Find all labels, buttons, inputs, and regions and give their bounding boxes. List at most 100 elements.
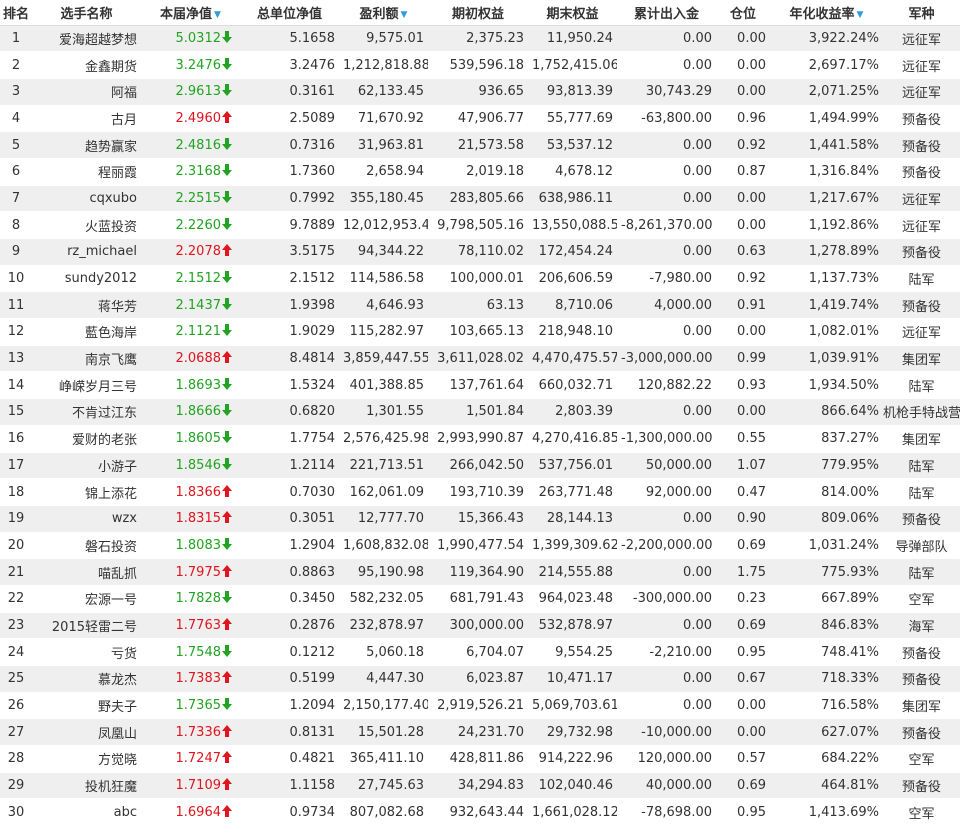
nav-cell: 1.7828 — [141, 585, 240, 613]
player-name-link[interactable]: 阿福 — [111, 86, 137, 101]
nav-cell: 2.1512 — [141, 265, 240, 293]
player-name-link[interactable]: 投机狂魔 — [85, 780, 137, 795]
position-cell: 0.00 — [716, 78, 770, 106]
position-cell: 0.95 — [716, 798, 770, 827]
player-name-link[interactable]: 古月 — [111, 113, 137, 128]
end-equity-cell: 206,606.59 — [528, 265, 617, 293]
table-row: 21 喵乱抓 1.7975 0.8863 95,190.98 119,364.90 214,… — [0, 558, 960, 586]
nav-cell: 2.3168 — [141, 158, 240, 186]
army-cell: 预备役 — [883, 665, 960, 693]
arrow-down-icon — [222, 190, 232, 203]
player-name-link[interactable]: 趋势赢家 — [85, 140, 137, 155]
start-equity-cell: 193,710.39 — [428, 478, 528, 506]
profit-cell: 94,344.22 — [339, 238, 428, 266]
unit-nav-cell: 0.4821 — [240, 745, 339, 773]
end-equity-cell: 10,471.17 — [528, 665, 617, 693]
army-cell: 远征军 — [883, 318, 960, 346]
sort-down-icon: ▼ — [214, 9, 221, 20]
army-cell: 集团军 — [883, 692, 960, 720]
player-name-link[interactable]: 锦上添花 — [85, 487, 137, 502]
profit-cell: 9,575.01 — [339, 25, 428, 53]
player-name-link[interactable]: 藍色海岸 — [85, 326, 137, 341]
nav-cell: 5.0312 — [141, 25, 240, 53]
player-name-link[interactable]: sundy2012 — [65, 271, 137, 286]
header-name: 选手名称 — [32, 0, 141, 26]
rank-cell: 10 — [0, 265, 32, 293]
unit-nav-cell: 3.5175 — [240, 238, 339, 266]
player-name-cell: 爱财的老张 — [32, 425, 141, 453]
nav-cell: 1.7548 — [141, 638, 240, 666]
unit-nav-cell: 0.8131 — [240, 718, 339, 747]
player-name-link[interactable]: 蒋华芳 — [98, 300, 137, 315]
arrow-up-icon — [222, 351, 232, 364]
player-name-cell: 藍色海岸 — [32, 318, 141, 346]
player-name-link[interactable]: 南京飞鹰 — [85, 353, 137, 368]
rank-cell: 16 — [0, 425, 32, 453]
profit-cell: 114,586.58 — [339, 265, 428, 293]
annual-return-cell: 718.33% — [770, 665, 883, 693]
player-name-link[interactable]: 磐石投资 — [85, 540, 137, 555]
player-name-link[interactable]: 慕龙杰 — [98, 673, 137, 688]
player-name-link[interactable]: 亏货 — [111, 647, 137, 662]
rank-cell: 3 — [0, 78, 32, 106]
net-flow-cell: -300,000.00 — [617, 585, 716, 613]
player-name-link[interactable]: 爱财的老张 — [72, 433, 137, 448]
player-name-link[interactable]: abc — [114, 805, 137, 820]
position-cell: 0.69 — [716, 612, 770, 640]
header-nav-sort[interactable]: 本届净值 ▼ — [141, 0, 240, 26]
unit-nav-cell: 0.5199 — [240, 665, 339, 693]
table-row: 9 rz_michael 2.2078 3.5175 94,344.22 78,110.0… — [0, 238, 960, 266]
player-name-cell: 金鑫期货 — [32, 51, 141, 79]
net-flow-cell: 0.00 — [617, 51, 716, 79]
nav-value: 2.0688 — [175, 351, 222, 367]
player-name-link[interactable]: 喵乱抓 — [98, 567, 137, 582]
header-rank-label: 排名 — [2, 6, 29, 22]
nav-cell: 2.4816 — [141, 131, 240, 159]
position-cell: 0.63 — [716, 238, 770, 266]
arrow-down-icon — [222, 57, 232, 70]
end-equity-cell: 93,813.39 — [528, 78, 617, 106]
start-equity-cell: 681,791.43 — [428, 585, 528, 613]
end-equity-cell: 964,023.48 — [528, 585, 617, 613]
player-name-link[interactable]: rz_michael — [67, 244, 137, 259]
player-name-link[interactable]: 凤凰山 — [98, 727, 137, 742]
arrow-down-icon — [222, 84, 232, 97]
player-name-link[interactable]: 宏源一号 — [85, 593, 137, 608]
arrow-up-icon — [222, 751, 232, 764]
start-equity-cell: 936.65 — [428, 78, 528, 106]
net-flow-cell: 0.00 — [617, 238, 716, 266]
player-name-link[interactable]: cqxubo — [89, 191, 137, 206]
position-cell: 0.87 — [716, 158, 770, 186]
player-name-link[interactable]: 火蓝投资 — [85, 220, 137, 235]
header-profit-sort[interactable]: 盈利额 ▼ — [339, 0, 428, 26]
rank-cell: 8 — [0, 211, 32, 239]
profit-cell: 3,859,447.55 — [339, 345, 428, 373]
arrow-down-icon — [222, 271, 232, 284]
start-equity-cell: 428,811.86 — [428, 745, 528, 773]
player-name-cell: 不肯过江东 — [32, 398, 141, 426]
player-name-link[interactable]: 程丽霞 — [98, 166, 137, 181]
arrow-up-icon — [222, 778, 232, 791]
table-row: 10 sundy2012 2.1512 2.1512 114,586.58 100,000… — [0, 265, 960, 293]
player-name-link[interactable]: 金鑫期货 — [85, 60, 137, 75]
player-name-link[interactable]: 野夫子 — [98, 700, 137, 715]
arrow-down-icon — [222, 591, 232, 604]
player-name-link[interactable]: 峥嵘岁月三号 — [59, 380, 137, 395]
arrow-down-icon — [222, 537, 232, 550]
header-annual-return-sort[interactable]: 年化收益率 ▼ — [770, 0, 883, 26]
annual-return-cell: 667.89% — [770, 585, 883, 613]
player-name-link[interactable]: 不肯过江东 — [72, 406, 137, 421]
table-row: 6 程丽霞 2.3168 1.7360 2,658.94 2,019.18 4,678.12… — [0, 158, 960, 186]
start-equity-cell: 34,294.83 — [428, 772, 528, 800]
start-equity-cell: 1,990,477.54 — [428, 532, 528, 560]
rank-cell: 2 — [0, 51, 32, 79]
net-flow-cell: 0.00 — [617, 505, 716, 533]
player-name-link[interactable]: 爱海超越梦想 — [59, 33, 137, 48]
player-name-link[interactable]: 2015轻雷二号 — [52, 620, 137, 635]
player-name-link[interactable]: wzx — [112, 511, 137, 526]
nav-value: 5.0312 — [175, 30, 222, 46]
army-cell: 预备役 — [883, 772, 960, 800]
player-name-link[interactable]: 方觉晓 — [98, 753, 137, 768]
player-name-link[interactable]: 小游子 — [98, 460, 137, 475]
arrow-up-icon — [222, 724, 232, 737]
